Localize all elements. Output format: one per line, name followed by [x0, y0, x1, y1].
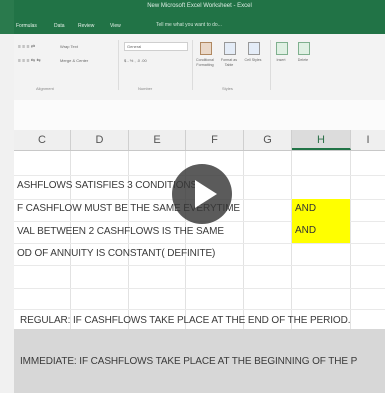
alignment-icons-row1[interactable]: ≡ ≡ ≡ ⇄ [18, 44, 35, 50]
title-bar: New Microsoft Excel Worksheet - Excel [14, 0, 385, 20]
number-group-label: Number [138, 86, 153, 91]
video-thumbnail[interactable]: New Microsoft Excel Worksheet - Excel Fo… [0, 0, 385, 393]
merge-center-button[interactable]: Merge & Center [60, 58, 88, 63]
column-header-g[interactable]: G [244, 130, 292, 150]
insert-cells-label[interactable]: Insert [269, 58, 293, 63]
ribbon-divider [118, 40, 119, 90]
cell-text[interactable]: OD OF ANNUITY IS CONSTANT( DEFINITE) [17, 248, 215, 259]
tab-formulas[interactable]: Formulas [16, 23, 37, 29]
ribbon-divider [270, 40, 271, 90]
alignment-icons-row2[interactable]: ≡ ≡ ≡ ⇆ ⇆ [18, 58, 41, 64]
cell-styles-label[interactable]: Cell Styles [241, 58, 265, 63]
tab-review[interactable]: Review [78, 23, 94, 29]
column-headers: C D E F G H I [14, 130, 385, 151]
column-header-c[interactable]: C [14, 130, 71, 150]
number-format-buttons[interactable]: $ - % , .0 .00 [124, 58, 147, 63]
left-edge-strip [0, 0, 14, 393]
delete-cells-icon[interactable] [298, 42, 310, 55]
alignment-group-label: Alignment [36, 86, 54, 91]
number-format-dropdown[interactable]: General [124, 42, 188, 51]
format-as-table-icon[interactable] [224, 42, 236, 55]
cell-text[interactable]: VAL BETWEEN 2 CASHFLOWS IS THE SAME [17, 226, 224, 237]
cell-text[interactable]: ASHFLOWS SATISFIES 3 CONDITIONS [17, 180, 197, 191]
styles-group-label: Styles [222, 86, 233, 91]
tell-me-box[interactable]: Tell me what you want to do... [156, 22, 222, 28]
cell-h-highlight[interactable]: AND [292, 221, 350, 243]
formula-bar-area [14, 100, 385, 131]
cell-h-highlight[interactable]: AND [292, 199, 350, 221]
play-icon[interactable] [172, 164, 232, 224]
ribbon: ≡ ≡ ≡ ⇄ ≡ ≡ ≡ ⇆ ⇆ Wrap Text Merge & Cent… [14, 34, 385, 101]
cell-text[interactable]: REGULAR: IF CASHFLOWS TAKE PLACE AT THE … [20, 315, 350, 326]
column-header-d[interactable]: D [71, 130, 129, 150]
ribbon-tabs: Formulas Data Review View Tell me what y… [14, 20, 385, 34]
cell-h-value: AND [295, 225, 317, 236]
wrap-text-button[interactable]: Wrap Text [60, 44, 78, 49]
cell-h-value: AND [295, 203, 317, 214]
window-title: New Microsoft Excel Worksheet - Excel [147, 3, 252, 9]
number-format-value: General [127, 44, 142, 49]
cell-styles-icon[interactable] [248, 42, 260, 55]
column-header-i[interactable]: I [351, 130, 385, 150]
column-header-f[interactable]: F [186, 130, 244, 150]
format-as-table-label[interactable]: Format as Table [217, 58, 241, 67]
tab-view[interactable]: View [110, 23, 121, 29]
column-header-h[interactable]: H [292, 130, 351, 150]
conditional-formatting-label[interactable]: Conditional Formatting [193, 58, 217, 67]
insert-cells-icon[interactable] [276, 42, 288, 55]
tab-data[interactable]: Data [54, 23, 65, 29]
delete-cells-label[interactable]: Delete [291, 58, 315, 63]
cell-text[interactable]: IMMEDIATE: IF CASHFLOWS TAKE PLACE AT TH… [20, 356, 357, 367]
conditional-formatting-icon[interactable] [200, 42, 212, 55]
column-header-e[interactable]: E [129, 130, 186, 150]
